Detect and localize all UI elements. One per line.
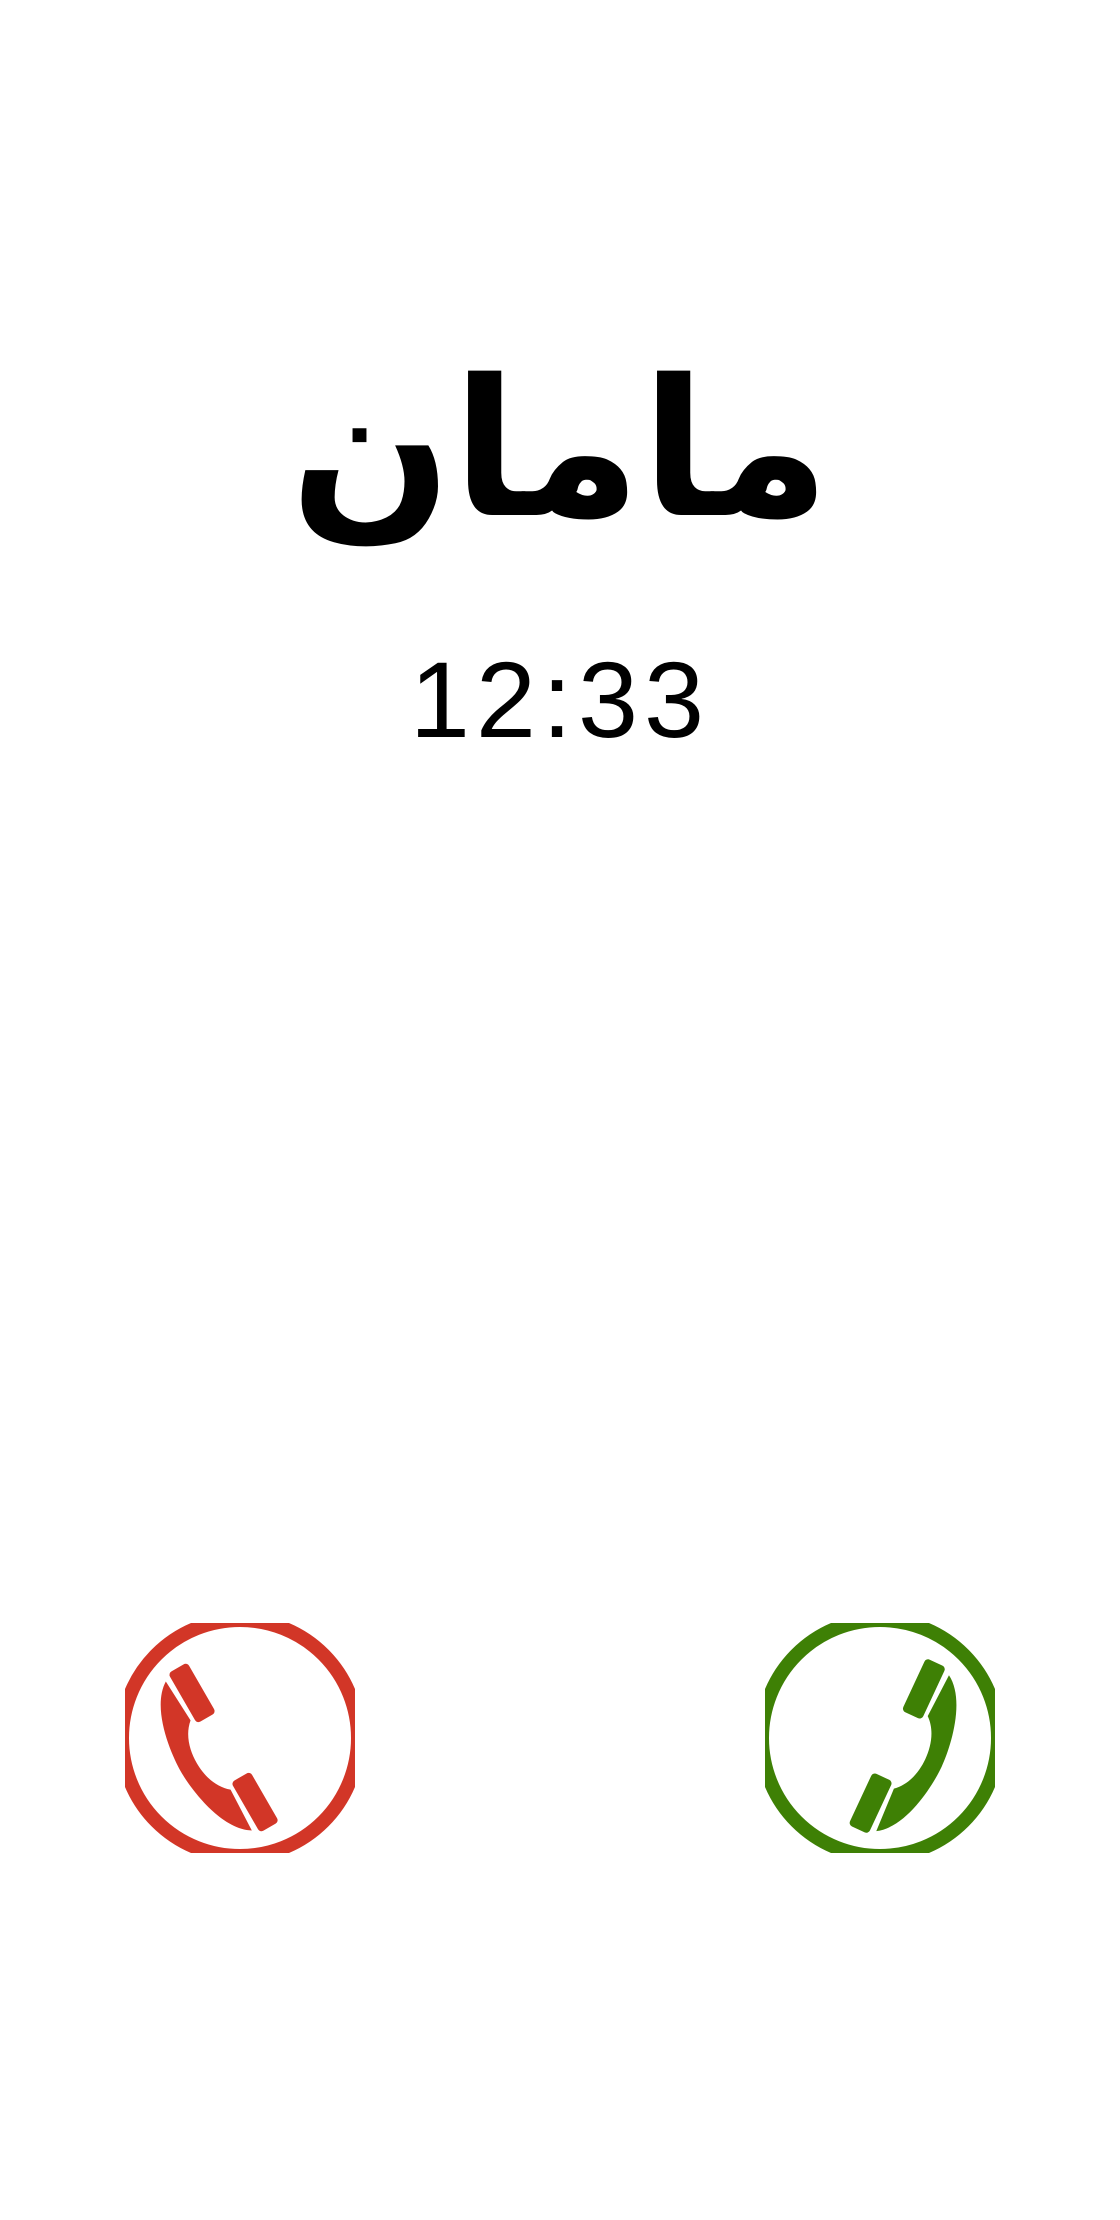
caller-name: مامان [289, 339, 831, 560]
incoming-call-screen: مامان 12:33 [0, 0, 1120, 2220]
phone-hangup-icon [125, 1623, 355, 1853]
decline-call-button[interactable] [110, 1608, 370, 1868]
accept-call-button[interactable] [750, 1608, 1010, 1868]
call-timer: 12:33 [409, 639, 711, 760]
phone-answer-icon [765, 1623, 995, 1853]
